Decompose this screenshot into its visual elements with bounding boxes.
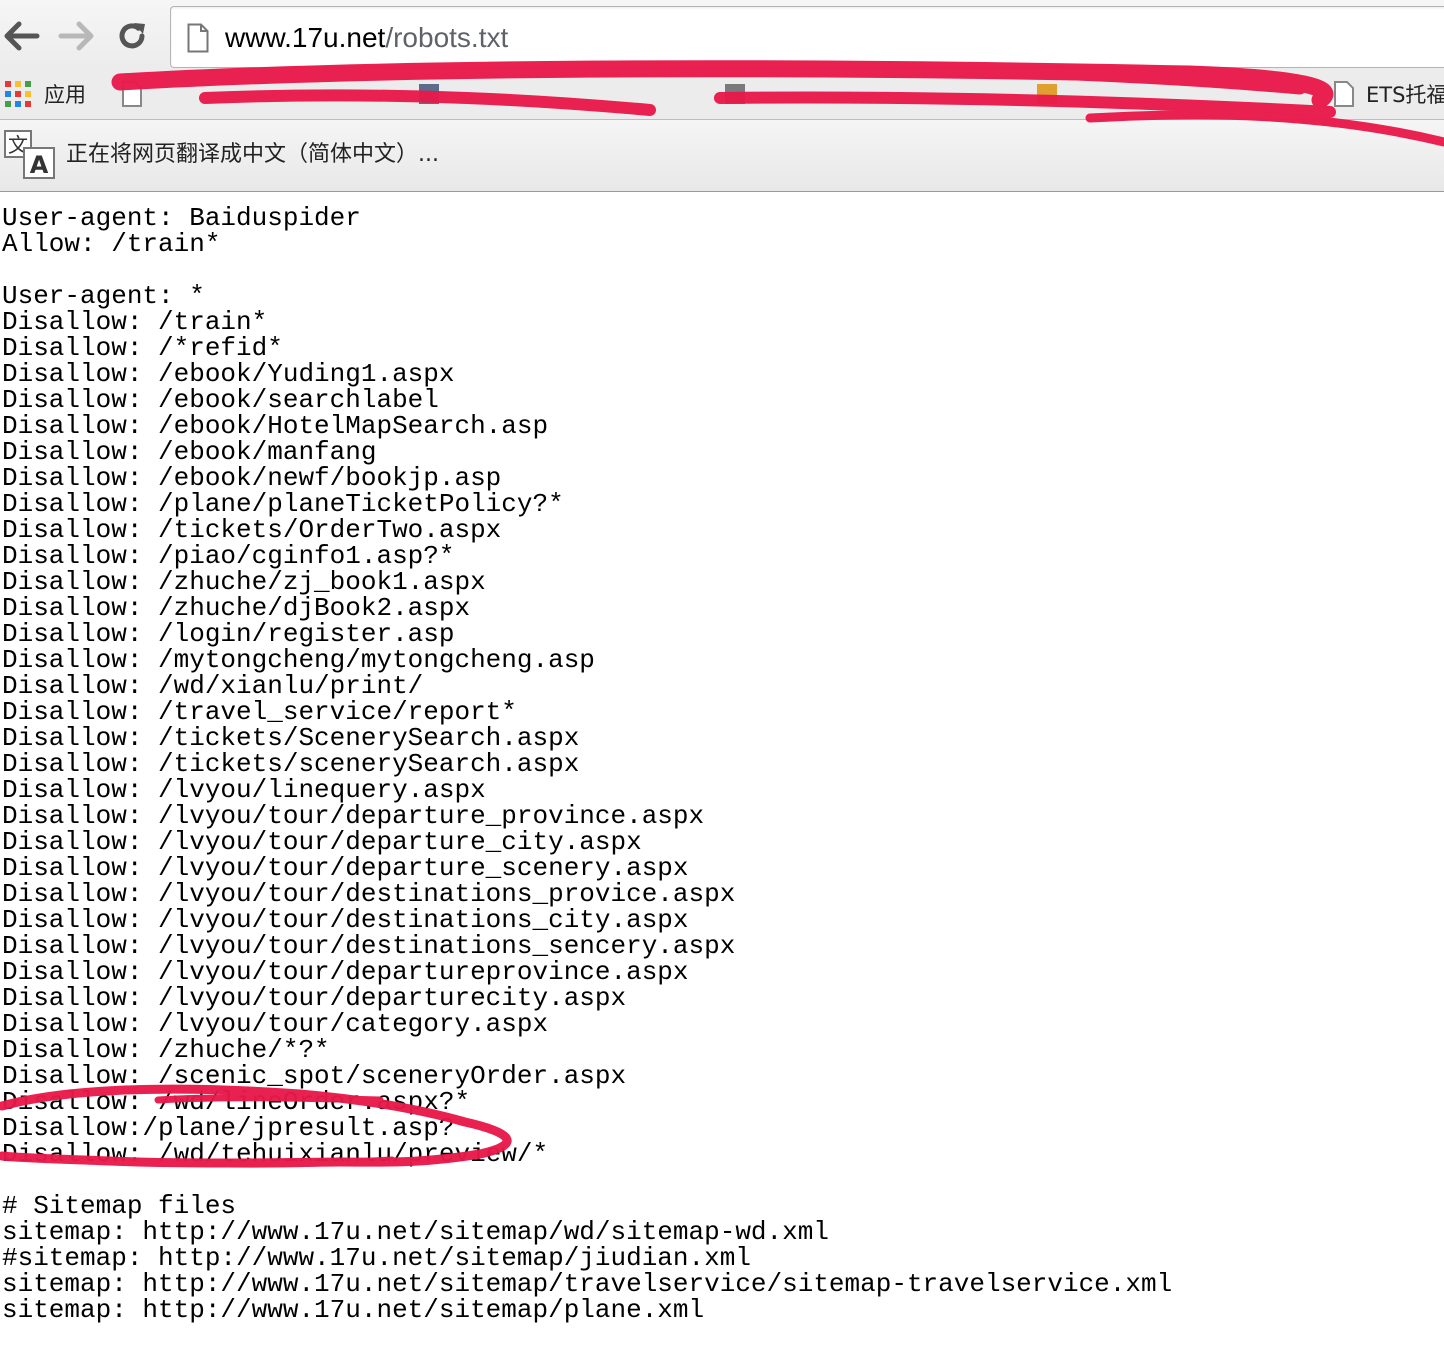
robots-line: # Sitemap files bbox=[2, 1191, 237, 1221]
robots-line: User-agent: * bbox=[2, 281, 205, 311]
arrow-right-icon bbox=[58, 21, 94, 51]
bookmark-item[interactable] bbox=[724, 78, 758, 110]
robots-line: Disallow: /lvyou/tour/destinations_city.… bbox=[2, 905, 689, 935]
robots-line: Disallow: /piao/cginfo1.asp?* bbox=[2, 541, 455, 571]
robots-line: Disallow: /*refid* bbox=[2, 333, 283, 363]
back-button[interactable] bbox=[0, 14, 44, 58]
robots-line: Disallow: /travel_service/report* bbox=[2, 697, 517, 727]
robots-line: Disallow: /lvyou/tour/departure_scenery.… bbox=[2, 853, 689, 883]
bookmark-apps[interactable]: 应用 bbox=[4, 78, 86, 110]
robots-line: Disallow: /ebook/manfang bbox=[2, 437, 377, 467]
reload-button[interactable] bbox=[110, 14, 154, 58]
robots-line: Disallow: /lvyou/tour/destinations_provi… bbox=[2, 879, 736, 909]
site-icon bbox=[724, 83, 746, 105]
robots-line: #sitemap: http://www.17u.net/sitemap/jiu… bbox=[2, 1243, 751, 1273]
robots-line: Disallow: /wd/lineOrder.aspx?* bbox=[2, 1087, 471, 1117]
page-icon bbox=[187, 23, 209, 53]
robots-line: Disallow: /lvyou/tour/departure_province… bbox=[2, 801, 705, 831]
robots-line: Allow: /train* bbox=[2, 229, 221, 259]
bookmark-ets-label: ETS托福 bbox=[1366, 83, 1444, 107]
robots-line: Disallow: /wd/tehuixianlu/preview/* bbox=[2, 1139, 549, 1169]
bookmark-item[interactable] bbox=[1036, 78, 1070, 110]
robots-line: Disallow: /ebook/newf/bookjp.asp bbox=[2, 463, 502, 493]
robots-line: sitemap: http://www.17u.net/sitemap/plan… bbox=[2, 1295, 705, 1325]
bookmark-ets[interactable]: ETS托福 bbox=[1334, 78, 1444, 110]
page-icon bbox=[1334, 81, 1354, 107]
robots-line: Disallow: /lvyou/tour/departurecity.aspx bbox=[2, 983, 627, 1013]
svg-text:A: A bbox=[30, 151, 49, 179]
robots-line: Disallow: /mytongcheng/mytongcheng.asp bbox=[2, 645, 595, 675]
robots-line: Disallow: /lvyou/tour/destinations_sence… bbox=[2, 931, 736, 961]
robots-line: Disallow: /train* bbox=[2, 307, 268, 337]
robots-line: Disallow: /lvyou/linequery.aspx bbox=[2, 775, 486, 805]
robots-line: Disallow: /zhuche/djBook2.aspx bbox=[2, 593, 471, 623]
page-icon bbox=[122, 81, 142, 107]
url-host: www.17u.net bbox=[225, 22, 386, 53]
url-text[interactable]: www.17u.net/robots.txt bbox=[225, 20, 508, 56]
robots-line: Disallow: /tickets/ScenerySearch.aspx bbox=[2, 723, 580, 753]
robots-line: Disallow: /zhuche/zj_book1.aspx bbox=[2, 567, 486, 597]
bookmark-item[interactable] bbox=[122, 78, 154, 110]
translate-infobar: 文 A 正在将网页翻译成中文（简体中文）... bbox=[0, 120, 1444, 192]
bookmarks-bar: 应用 ETS托福 bbox=[0, 68, 1444, 120]
apps-grid-icon bbox=[4, 80, 32, 108]
robots-line: Disallow: /ebook/HotelMapSearch.asp bbox=[2, 411, 549, 441]
robots-line: Disallow: /plane/planeTicketPolicy?* bbox=[2, 489, 564, 519]
translate-message: 正在将网页翻译成中文（简体中文）... bbox=[66, 142, 439, 167]
robots-txt-content: User-agent: Baiduspider Allow: /train* Use… bbox=[2, 205, 1442, 1323]
bookmark-item[interactable] bbox=[418, 78, 452, 110]
translate-icon: 文 A bbox=[4, 130, 55, 179]
robots-line: Disallow: /tickets/scenerySearch.aspx bbox=[2, 749, 580, 779]
robots-line: Disallow: /lvyou/tour/departure_city.asp… bbox=[2, 827, 642, 857]
robots-line: Disallow: /wd/xianlu/print/ bbox=[2, 671, 424, 701]
reload-icon bbox=[119, 23, 145, 49]
forward-button[interactable] bbox=[54, 14, 98, 58]
robots-line: Disallow: /zhuche/*?* bbox=[2, 1035, 330, 1065]
robots-line: Disallow:/plane/jpresult.asp? bbox=[2, 1113, 455, 1143]
address-bar[interactable]: www.17u.net/robots.txt bbox=[170, 6, 1444, 68]
arrow-left-icon bbox=[4, 21, 40, 51]
bookmark-apps-label: 应用 bbox=[44, 83, 86, 107]
robots-line: Disallow: /lvyou/tour/category.aspx bbox=[2, 1009, 549, 1039]
robots-line: sitemap: http://www.17u.net/sitemap/trav… bbox=[2, 1269, 1173, 1299]
robots-line: Disallow: /lvyou/tour/departureprovince.… bbox=[2, 957, 689, 987]
site-icon bbox=[418, 83, 440, 105]
site-icon bbox=[1036, 83, 1058, 105]
robots-line: Disallow: /login/register.asp bbox=[2, 619, 455, 649]
robots-line: Disallow: /ebook/Yuding1.aspx bbox=[2, 359, 455, 389]
robots-line: User-agent: Baiduspider bbox=[2, 203, 361, 233]
robots-line: sitemap: http://www.17u.net/sitemap/wd/s… bbox=[2, 1217, 829, 1247]
url-path: /robots.txt bbox=[385, 22, 509, 53]
robots-line: Disallow: /ebook/searchlabel bbox=[2, 385, 439, 415]
browser-toolbar: www.17u.net/robots.txt bbox=[0, 0, 1444, 68]
robots-line: Disallow: /tickets/OrderTwo.aspx bbox=[2, 515, 502, 545]
robots-line: Disallow: /scenic_spot/sceneryOrder.aspx bbox=[2, 1061, 627, 1091]
